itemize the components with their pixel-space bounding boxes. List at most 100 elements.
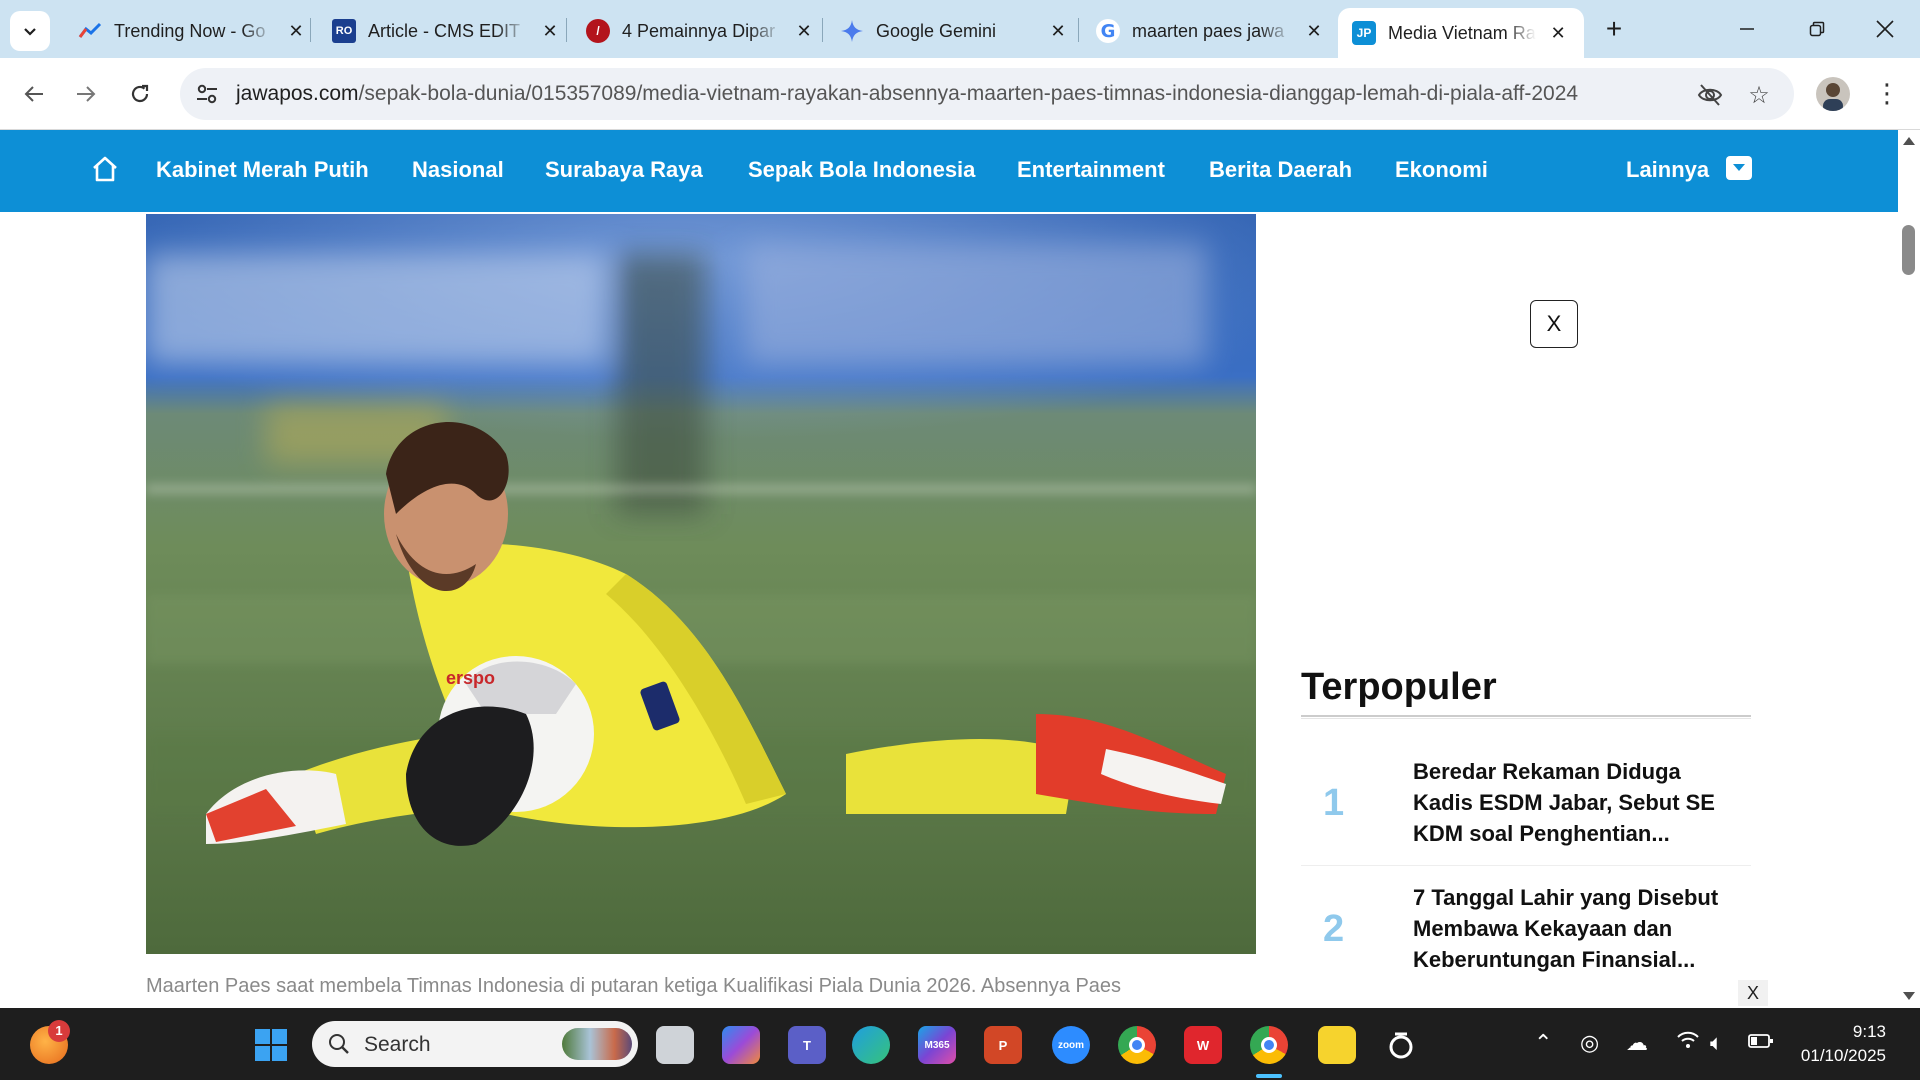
edge-icon[interactable] [852,1026,890,1064]
back-button[interactable] [14,74,54,114]
url-text[interactable]: jawapos.com/sepak-bola-dunia/015357089/m… [236,82,1578,106]
home-icon[interactable] [90,154,120,184]
active-app-indicator [1256,1074,1282,1078]
close-tab-icon[interactable]: ✕ [1302,21,1326,42]
scroll-thumb[interactable] [1902,225,1915,275]
popular-item[interactable]: 1 Beredar Rekaman Diduga Kadis ESDM Jaba… [1301,756,1751,866]
close-window-button[interactable] [1860,12,1910,46]
powerpoint-icon[interactable]: P [984,1026,1022,1064]
close-tab-icon[interactable]: ✕ [1046,21,1070,42]
image-caption: Maarten Paes saat membela Timnas Indones… [146,975,1122,997]
eye-off-icon[interactable] [1696,81,1724,109]
popular-title[interactable]: 7 Tanggal Lahir yang Disebut Membawa Kek… [1413,882,1743,975]
tab-media-vietnam-active[interactable]: JP Media Vietnam Ra ✕ [1338,8,1584,58]
nav-item-entertainment[interactable]: Entertainment [1017,157,1165,183]
chevron-down-icon [24,28,36,36]
minimize-icon [1740,28,1754,30]
loop-tray-icon[interactable]: ◎ [1580,1030,1599,1056]
chrome-icon[interactable] [1118,1026,1156,1064]
battery-icon[interactable] [1748,1030,1774,1056]
tab-google-search[interactable]: G maarten paes jawa ✕ [1082,9,1340,53]
jawapos-logo-icon: JP [1352,21,1376,45]
onedrive-cloud-icon[interactable]: ☁ [1626,1030,1648,1056]
tab-title: Google Gemini [876,20,997,41]
reload-icon [131,84,149,103]
windows-start-icon[interactable] [252,1026,290,1064]
m365-icon[interactable]: M365 [918,1026,956,1064]
show-hidden-icons-chevron-icon[interactable]: ⌃ [1534,1030,1552,1056]
close-tab-icon[interactable]: ✕ [538,21,562,42]
tab-strip: Trending Now - Go ✕ RO Article - CMS EDI… [0,0,1920,58]
restore-button[interactable] [1792,12,1842,46]
new-tab-button[interactable]: + [1598,14,1630,46]
site-info-icon[interactable] [194,81,220,107]
tab-pemain[interactable]: / 4 Pemainnya Dipar ✕ [572,9,830,53]
jersey-sponsor-text: erspo [446,668,495,688]
tab-separator [1078,18,1079,42]
arrow-right-icon [77,86,96,102]
scroll-down-arrow-icon[interactable] [1903,992,1915,1000]
nav-item-ekonomi[interactable]: Ekonomi [1395,157,1488,183]
close-icon [1876,20,1894,38]
wps-office-icon[interactable]: W [1184,1026,1222,1064]
nav-item-berita-daerah[interactable]: Berita Daerah [1209,157,1352,183]
close-tab-icon[interactable]: ✕ [284,21,308,42]
sticky-notes-icon[interactable] [1318,1026,1356,1064]
goalkeeper-photo: erspo [146,214,1256,954]
chrome-profile-icon[interactable] [1250,1026,1288,1064]
url-path: /sepak-bola-dunia/015357089/media-vietna… [358,82,1579,105]
clock-time: 9:13 [1852,1022,1886,1041]
popular-rank: 2 [1323,908,1345,950]
page-scrollbar[interactable] [1898,130,1920,1008]
zoom-icon[interactable]: zoom [1052,1026,1090,1064]
browser-toolbar: jawapos.com/sepak-bola-dunia/015357089/m… [0,58,1920,130]
close-tab-icon[interactable]: ✕ [1546,23,1570,44]
taskbar-search-box[interactable]: Search [312,1021,638,1067]
tab-title: maarten paes jawa [1132,20,1285,41]
trending-chart-icon [78,19,102,43]
sticky-ad-close-button[interactable]: X [1738,980,1768,1006]
system-clock[interactable]: 9:13 01/10/2025 [1790,1020,1886,1068]
nav-item-sepak-bola-indonesia[interactable]: Sepak Bola Indonesia [748,157,975,183]
tab-cms-editor[interactable]: RO Article - CMS EDIT ✕ [318,9,576,53]
nav-item-nasional[interactable]: Nasional [412,157,504,183]
scroll-up-arrow-icon[interactable] [1903,137,1915,145]
clock-date: 01/10/2025 [1800,1046,1886,1065]
search-placeholder: Search [364,1033,431,1056]
search-highlight-image [562,1028,632,1060]
nav-item-kabinet[interactable]: Kabinet Merah Putih [156,157,369,183]
arrow-left-icon [24,86,43,102]
tab-trending-now[interactable]: Trending Now - Go ✕ [64,9,322,53]
wifi-icon[interactable] [1676,1030,1700,1056]
close-tab-icon[interactable]: ✕ [792,21,816,42]
reload-button[interactable] [120,74,160,114]
popular-item[interactable]: 2 7 Tanggal Lahir yang Disebut Membawa K… [1301,882,1751,992]
forward-button[interactable] [66,74,106,114]
notification-badge: 1 [48,1020,70,1042]
loop-icon[interactable] [1382,1026,1420,1064]
restore-icon [1809,21,1825,37]
task-view-icon[interactable] [656,1026,694,1064]
volume-icon[interactable]: 🔈︎ [1710,1030,1723,1056]
profile-avatar[interactable] [1816,77,1850,111]
bookmark-star-icon[interactable]: ☆ [1745,81,1773,109]
tab-title: 4 Pemainnya Dipar [622,20,776,41]
popular-rank: 1 [1323,782,1345,824]
browser-menu-icon[interactable]: ⋮ [1874,76,1900,112]
windows-taskbar: 1 Search T M365 P zoom W ⌃ ◎ ☁ 🔈︎ 9:13 0… [0,1008,1920,1080]
popular-title[interactable]: Beredar Rekaman Diduga Kadis ESDM Jabar,… [1413,756,1743,849]
minimize-button[interactable] [1722,12,1772,46]
gemini-sparkle-icon [840,19,864,43]
ad-close-button[interactable]: X [1530,300,1578,348]
tab-separator [822,18,823,42]
copilot-icon[interactable] [722,1026,760,1064]
tab-search-button[interactable] [10,11,50,51]
nav-item-surabaya-raya[interactable]: Surabaya Raya [545,157,703,183]
tab-title: Media Vietnam Ra [1388,22,1536,43]
address-bar[interactable]: jawapos.com/sepak-bola-dunia/015357089/m… [180,68,1794,120]
teams-icon[interactable]: T [788,1026,826,1064]
nav-more-menu[interactable]: Lainnya [1626,157,1709,183]
caret-down-icon[interactable] [1726,156,1752,180]
tab-gemini[interactable]: Google Gemini ✕ [826,9,1084,53]
site-navigation: Kabinet Merah Putih Nasional Surabaya Ra… [0,130,1898,212]
